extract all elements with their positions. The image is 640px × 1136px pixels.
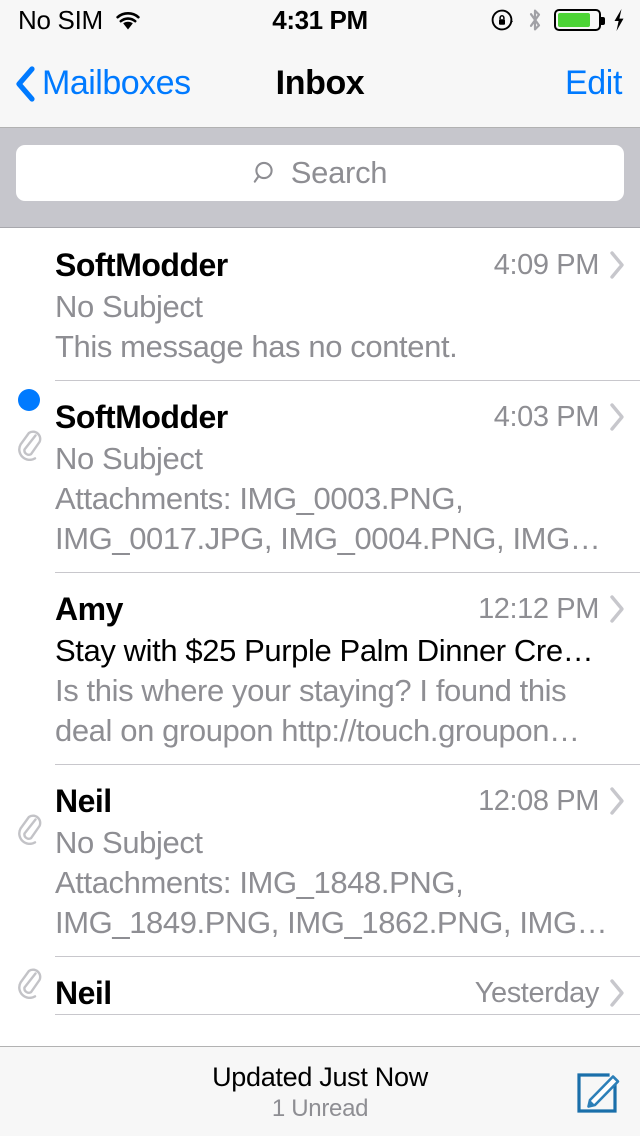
message-meta: 12:08 PM [478,785,626,818]
chevron-right-icon [610,595,624,623]
search-bar-container: Search [0,128,640,228]
message-row[interactable]: SoftModder 4:03 PM No Subject Attachments: … [0,381,640,573]
rotation-lock-icon [491,9,513,31]
message-row[interactable]: Neil 12:08 PM No Subject Attachments: IMG_1… [0,765,640,957]
message-row[interactable]: Amy 12:12 PM Stay with $25 Purple Palm Din… [0,573,640,765]
status-bar-right [490,0,626,40]
message-header: Neil Yesterday [0,971,640,1015]
chevron-right-icon [610,251,624,279]
message-sender: Amy [55,590,123,627]
message-time: 4:03 PM [493,400,600,433]
message-subject: No Subject [55,441,203,476]
message-time: 12:12 PM [478,592,599,625]
message-time: 4:09 PM [493,248,600,281]
message-preview: Is this where your staying? I found this… [55,673,580,748]
message-sender: Neil [55,974,112,1011]
message-meta: Yesterday [475,977,626,1010]
edit-button[interactable]: Edit [565,40,622,127]
message-meta: 4:09 PM [494,249,626,282]
message-preview: Attachments: IMG_0003.PNG, IMG_0017.JPG, … [55,481,601,556]
message-header: Amy 12:12 PM [0,587,640,631]
chevron-right-icon [610,403,624,431]
message-sender: SoftModder [55,398,228,435]
message-subject: Stay with $25 Purple Palm Dinner Cre… [55,633,594,668]
message-meta: 4:03 PM [494,401,626,434]
message-header: SoftModder 4:09 PM [0,243,640,287]
row-separator [55,1014,640,1015]
search-icon [253,161,273,183]
lightning-bolt-icon [614,9,624,31]
message-subject: No Subject [55,289,203,324]
bottom-toolbar: Updated Just Now 1 Unread [0,1046,640,1136]
updated-label: Updated Just Now [212,1061,428,1092]
compose-icon [577,1073,620,1113]
message-preview: Attachments: IMG_1848.PNG, IMG_1849.PNG, … [55,865,608,940]
navigation-bar: Mailboxes Inbox Edit [0,40,640,128]
status-bar: No SIM 4:31 PM [0,0,640,40]
message-meta: 12:12 PM [478,593,626,626]
message-row[interactable]: Neil Yesterday [0,957,640,1015]
unread-count-label: 1 Unread [271,1094,369,1122]
compose-button[interactable] [572,1047,624,1136]
message-sender: SoftModder [55,246,228,283]
message-row[interactable]: SoftModder 4:09 PM No Subject This message … [0,229,640,381]
search-input[interactable]: Search [16,145,624,201]
message-preview: This message has no content. [55,329,458,364]
clock-label: 4:31 PM [272,4,368,35]
message-time: 12:08 PM [478,784,599,817]
message-list[interactable]: SoftModder 4:09 PM No Subject This message … [0,229,640,1046]
chevron-right-icon [610,787,624,815]
message-subject: No Subject [55,825,203,860]
message-header: Neil 12:08 PM [0,779,640,823]
sync-status: Updated Just Now 1 Unread [0,1047,640,1136]
chevron-right-icon [610,979,624,1007]
message-header: SoftModder 4:03 PM [0,395,640,439]
message-time: Yesterday [474,976,600,1009]
search-placeholder: Search [290,155,388,190]
message-sender: Neil [55,782,112,819]
battery-icon [554,9,605,31]
mail-inbox-screen: No SIM 4:31 PM Mailboxes Inbox Edit Sear… [0,0,640,1136]
page-title: Inbox [275,64,365,102]
bluetooth-icon [529,9,541,31]
